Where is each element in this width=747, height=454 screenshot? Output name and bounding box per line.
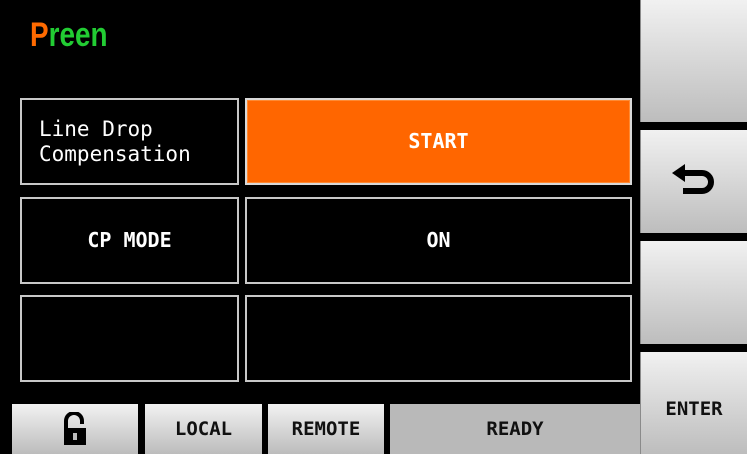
enter-button-label: ENTER xyxy=(665,398,723,420)
param-label-empty[interactable] xyxy=(20,295,239,382)
local-button[interactable]: LOCAL xyxy=(145,404,262,454)
param-label-cp-mode[interactable]: CP MODE xyxy=(20,197,239,284)
param-value-cp-mode[interactable]: ON xyxy=(245,197,632,284)
param-label-line-drop[interactable]: Line Drop Compensation xyxy=(20,98,239,185)
status-ready: READY xyxy=(390,404,640,454)
remote-label: REMOTE xyxy=(291,418,361,440)
param-label-text: CP MODE xyxy=(87,228,172,252)
param-label-text: Line Drop Compensation xyxy=(39,117,191,166)
back-button[interactable] xyxy=(640,130,747,233)
enter-button[interactable]: ENTER xyxy=(640,352,747,454)
return-arrow-icon xyxy=(672,163,714,194)
brand-logo-rest: reen xyxy=(48,16,108,54)
softkey-third[interactable] xyxy=(640,241,747,344)
remote-button[interactable]: REMOTE xyxy=(268,404,384,454)
param-value-start-button[interactable]: START xyxy=(245,98,632,185)
unlocked-padlock-icon xyxy=(64,412,86,445)
lock-button[interactable] xyxy=(12,404,138,454)
brand-logo: Preen xyxy=(30,18,108,52)
param-value-text: ON xyxy=(426,228,451,252)
brand-logo-first-letter: P xyxy=(30,16,49,54)
softkey-top[interactable] xyxy=(640,0,747,122)
status-ready-label: READY xyxy=(486,418,544,440)
param-value-empty[interactable] xyxy=(245,295,632,382)
local-label: LOCAL xyxy=(174,418,233,440)
param-value-text: START xyxy=(408,129,469,153)
instrument-screen: Preen Line Drop Compensation START CP MO… xyxy=(0,0,747,454)
